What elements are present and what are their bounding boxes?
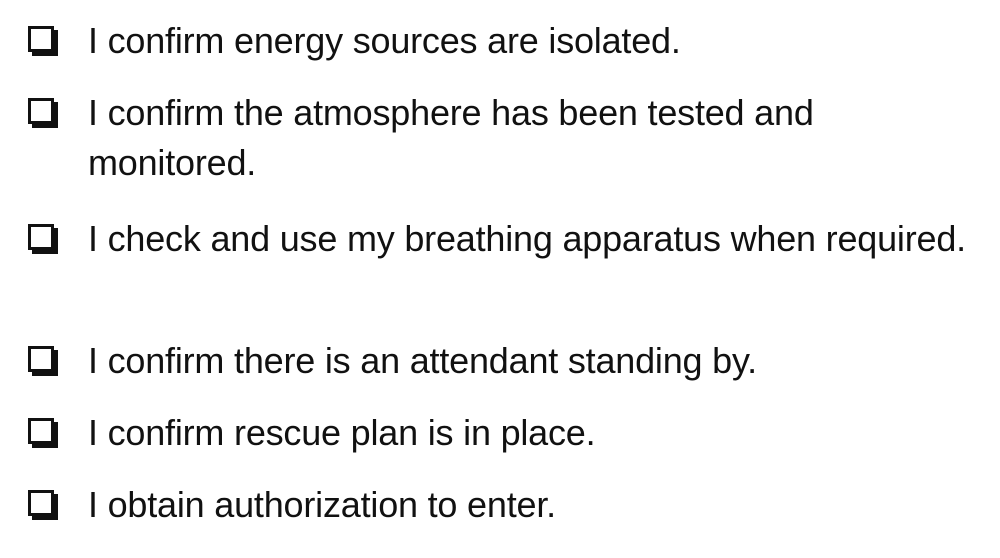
checklist-item-label: I confirm energy sources are isolated. [88, 20, 681, 61]
checklist-item-atmosphere-tested: I confirm the atmosphere has been tested… [28, 88, 968, 188]
checklist-item-attendant-standing-by: I confirm there is an attendant standing… [28, 336, 968, 386]
checkbox-icon[interactable] [28, 26, 54, 52]
checklist-item-label: I confirm the atmosphere has been tested… [88, 92, 814, 183]
checklist-item-label: I confirm there is an attendant standing… [88, 340, 757, 381]
safety-checklist: I confirm energy sources are isolated. I… [0, 0, 1000, 558]
checkbox-icon[interactable] [28, 418, 54, 444]
checklist-item-authorization: I obtain authorization to enter. [28, 480, 968, 530]
checkbox-icon[interactable] [28, 98, 54, 124]
checkbox-icon[interactable] [28, 490, 54, 516]
checklist-item-label: I check and use my breathing apparatus w… [88, 218, 966, 259]
checkbox-icon[interactable] [28, 224, 54, 250]
checkbox-icon[interactable] [28, 346, 54, 372]
checklist-item-label: I confirm rescue plan is in place. [88, 412, 596, 453]
checklist-item-breathing-apparatus: I check and use my breathing apparatus w… [28, 214, 968, 264]
checklist-item-rescue-plan: I confirm rescue plan is in place. [28, 408, 968, 458]
checklist-item-label: I obtain authorization to enter. [88, 484, 556, 525]
checklist-item-energy-isolated: I confirm energy sources are isolated. [28, 16, 968, 66]
